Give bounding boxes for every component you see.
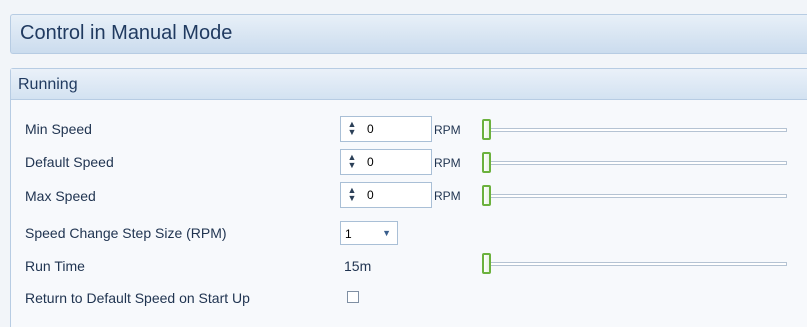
max-speed-slider-track[interactable] [484, 194, 787, 198]
step-size-value[interactable]: 1 [345, 227, 352, 241]
run-time-slider-track[interactable] [484, 262, 787, 266]
min-speed-unit: RPM [434, 123, 461, 137]
page-header: Control in Manual Mode [10, 14, 807, 54]
page-title: Control in Manual Mode [20, 22, 233, 44]
default-speed-slider-thumb[interactable] [482, 152, 491, 173]
return-default-checkbox[interactable] [347, 291, 359, 303]
running-panel-header: Running [11, 69, 807, 100]
min-speed-label: Min Speed [25, 121, 92, 137]
default-speed-spinner[interactable]: ▲ ▼ 0 [340, 149, 432, 175]
default-speed-slider-track[interactable] [484, 161, 787, 165]
return-default-label: Return to Default Speed on Start Up [25, 290, 250, 306]
spinner-arrows-icon[interactable]: ▲ ▼ [347, 186, 357, 204]
section-title: Running [18, 76, 78, 93]
max-speed-label: Max Speed [25, 188, 96, 204]
chevron-down-icon[interactable]: ▼ [382, 228, 391, 238]
default-speed-unit: RPM [434, 156, 461, 170]
spinner-arrows-icon[interactable]: ▲ ▼ [347, 120, 357, 138]
min-speed-value[interactable]: 0 [367, 122, 374, 136]
default-speed-label: Default Speed [25, 154, 114, 170]
max-speed-slider-thumb[interactable] [482, 185, 491, 206]
spinner-arrows-icon[interactable]: ▲ ▼ [347, 153, 357, 171]
max-speed-value[interactable]: 0 [367, 188, 374, 202]
run-time-label: Run Time [25, 258, 85, 274]
min-speed-slider-track[interactable] [484, 128, 787, 132]
min-speed-slider-thumb[interactable] [482, 119, 491, 140]
min-speed-spinner[interactable]: ▲ ▼ 0 [340, 116, 432, 142]
max-speed-spinner[interactable]: ▲ ▼ 0 [340, 182, 432, 208]
default-speed-value[interactable]: 0 [367, 155, 374, 169]
run-time-slider-thumb[interactable] [482, 253, 491, 274]
step-size-select[interactable]: 1 ▼ [340, 221, 398, 245]
max-speed-unit: RPM [434, 189, 461, 203]
step-size-label: Speed Change Step Size (RPM) [25, 225, 227, 241]
run-time-value: 15m [344, 258, 372, 274]
